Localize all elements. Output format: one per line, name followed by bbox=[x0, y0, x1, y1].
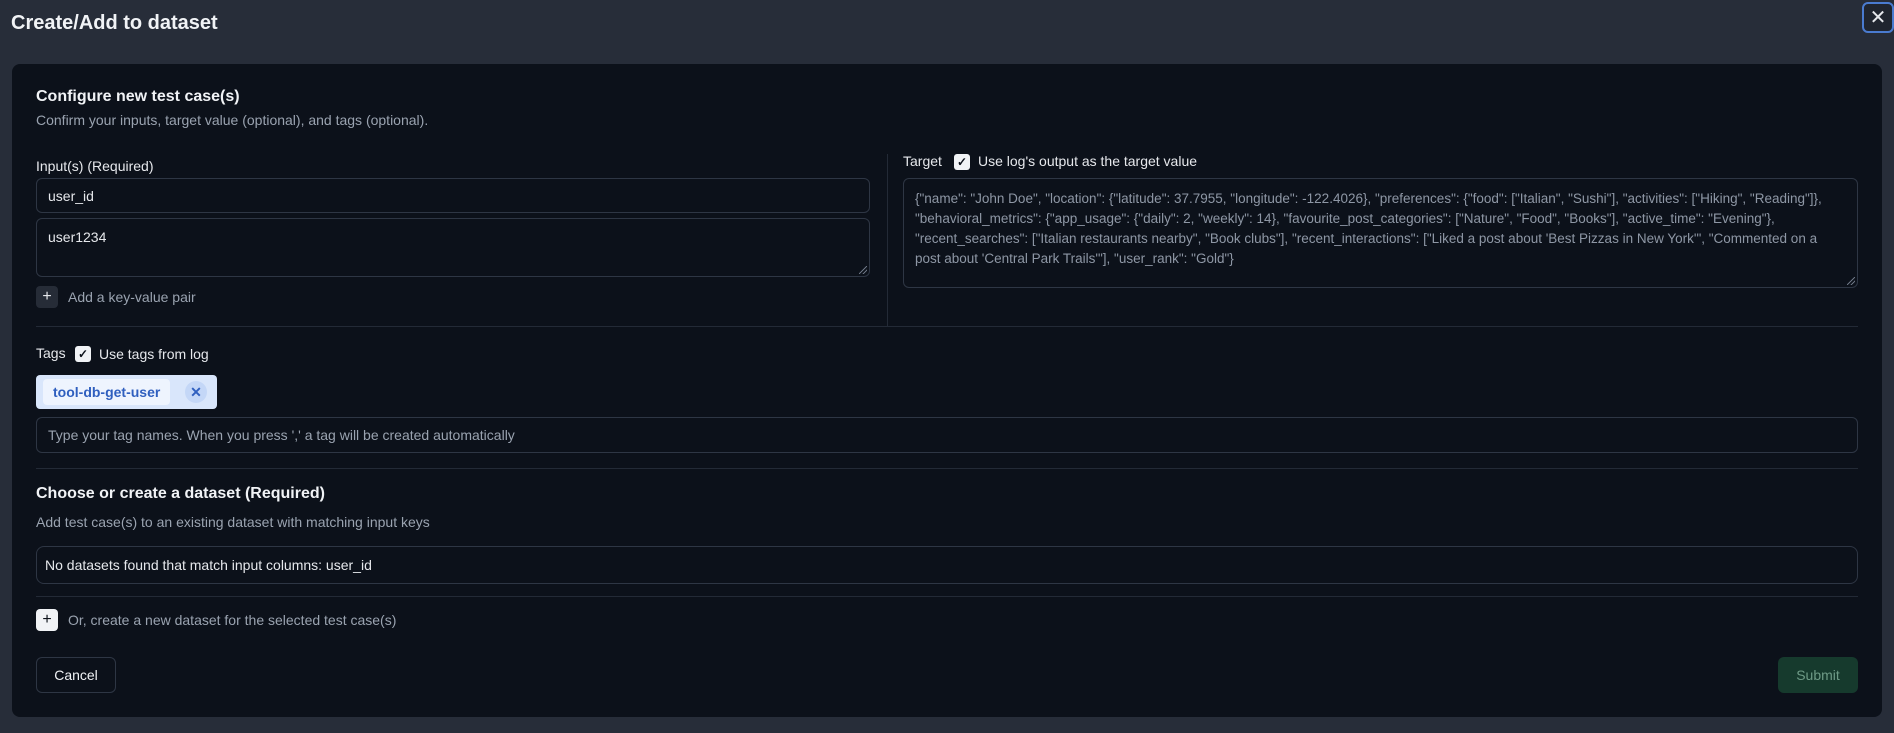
tag-input[interactable]: Type your tag names. When you press ',' … bbox=[36, 417, 1858, 453]
close-button[interactable]: ✕ bbox=[1862, 2, 1894, 33]
submit-button[interactable]: Submit bbox=[1778, 657, 1858, 693]
input-value-field[interactable]: user1234 bbox=[36, 218, 870, 277]
plus-icon: + bbox=[42, 288, 52, 305]
tag-list: tool-db-get-user ✕ bbox=[36, 375, 217, 409]
divider bbox=[36, 326, 1858, 327]
remove-tag-button[interactable]: ✕ bbox=[185, 381, 207, 403]
tags-checkbox[interactable]: ✓ bbox=[75, 346, 91, 362]
target-value-field[interactable]: {"name": "John Doe", "location": {"latit… bbox=[903, 178, 1858, 288]
create-dataset-label[interactable]: Or, create a new dataset for the selecte… bbox=[68, 612, 396, 628]
dialog-title: Create/Add to dataset bbox=[11, 12, 218, 34]
dataset-title: Choose or create a dataset (Required) bbox=[36, 485, 325, 502]
column-divider bbox=[887, 154, 888, 326]
input-value-text: user1234 bbox=[48, 229, 107, 245]
input-key-value: user_id bbox=[48, 187, 94, 204]
tags-label: Tags bbox=[36, 345, 66, 361]
close-icon: ✕ bbox=[190, 383, 202, 400]
add-pair-label[interactable]: Add a key-value pair bbox=[68, 289, 196, 305]
target-checkbox-label: Use log's output as the target value bbox=[978, 153, 1198, 169]
create-dataset-button[interactable]: + bbox=[36, 609, 58, 631]
target-checkbox[interactable]: ✓ bbox=[954, 154, 970, 170]
inputs-label: Input(s) (Required) bbox=[36, 158, 154, 174]
tag-chip-label: tool-db-get-user bbox=[53, 384, 161, 400]
dataset-select-value: No datasets found that match input colum… bbox=[45, 557, 372, 573]
plus-icon: + bbox=[42, 611, 52, 628]
resize-handle[interactable] bbox=[1847, 277, 1855, 285]
check-icon: ✓ bbox=[956, 155, 968, 169]
dialog-panel: Configure new test case(s) Confirm your … bbox=[12, 64, 1882, 717]
add-pair-button[interactable]: + bbox=[36, 286, 58, 308]
configure-subtitle: Confirm your inputs, target value (optio… bbox=[36, 112, 429, 128]
cancel-button[interactable]: Cancel bbox=[36, 657, 116, 693]
tags-checkbox-label: Use tags from log bbox=[99, 346, 209, 362]
check-icon: ✓ bbox=[77, 347, 89, 361]
divider bbox=[36, 468, 1858, 469]
tag-chip: tool-db-get-user bbox=[43, 379, 171, 405]
tag-input-placeholder: Type your tag names. When you press ',' … bbox=[48, 427, 515, 443]
target-label: Target bbox=[903, 153, 942, 169]
target-value-text: {"name": "John Doe", "location": {"latit… bbox=[915, 191, 1822, 266]
input-key-field[interactable]: user_id bbox=[36, 178, 870, 213]
configure-title: Configure new test case(s) bbox=[36, 88, 240, 105]
dataset-subtitle: Add test case(s) to an existing dataset … bbox=[36, 514, 430, 530]
dataset-select[interactable]: No datasets found that match input colum… bbox=[36, 546, 1858, 584]
resize-handle[interactable] bbox=[859, 266, 867, 274]
close-icon: ✕ bbox=[1869, 6, 1887, 29]
divider bbox=[36, 596, 1858, 597]
